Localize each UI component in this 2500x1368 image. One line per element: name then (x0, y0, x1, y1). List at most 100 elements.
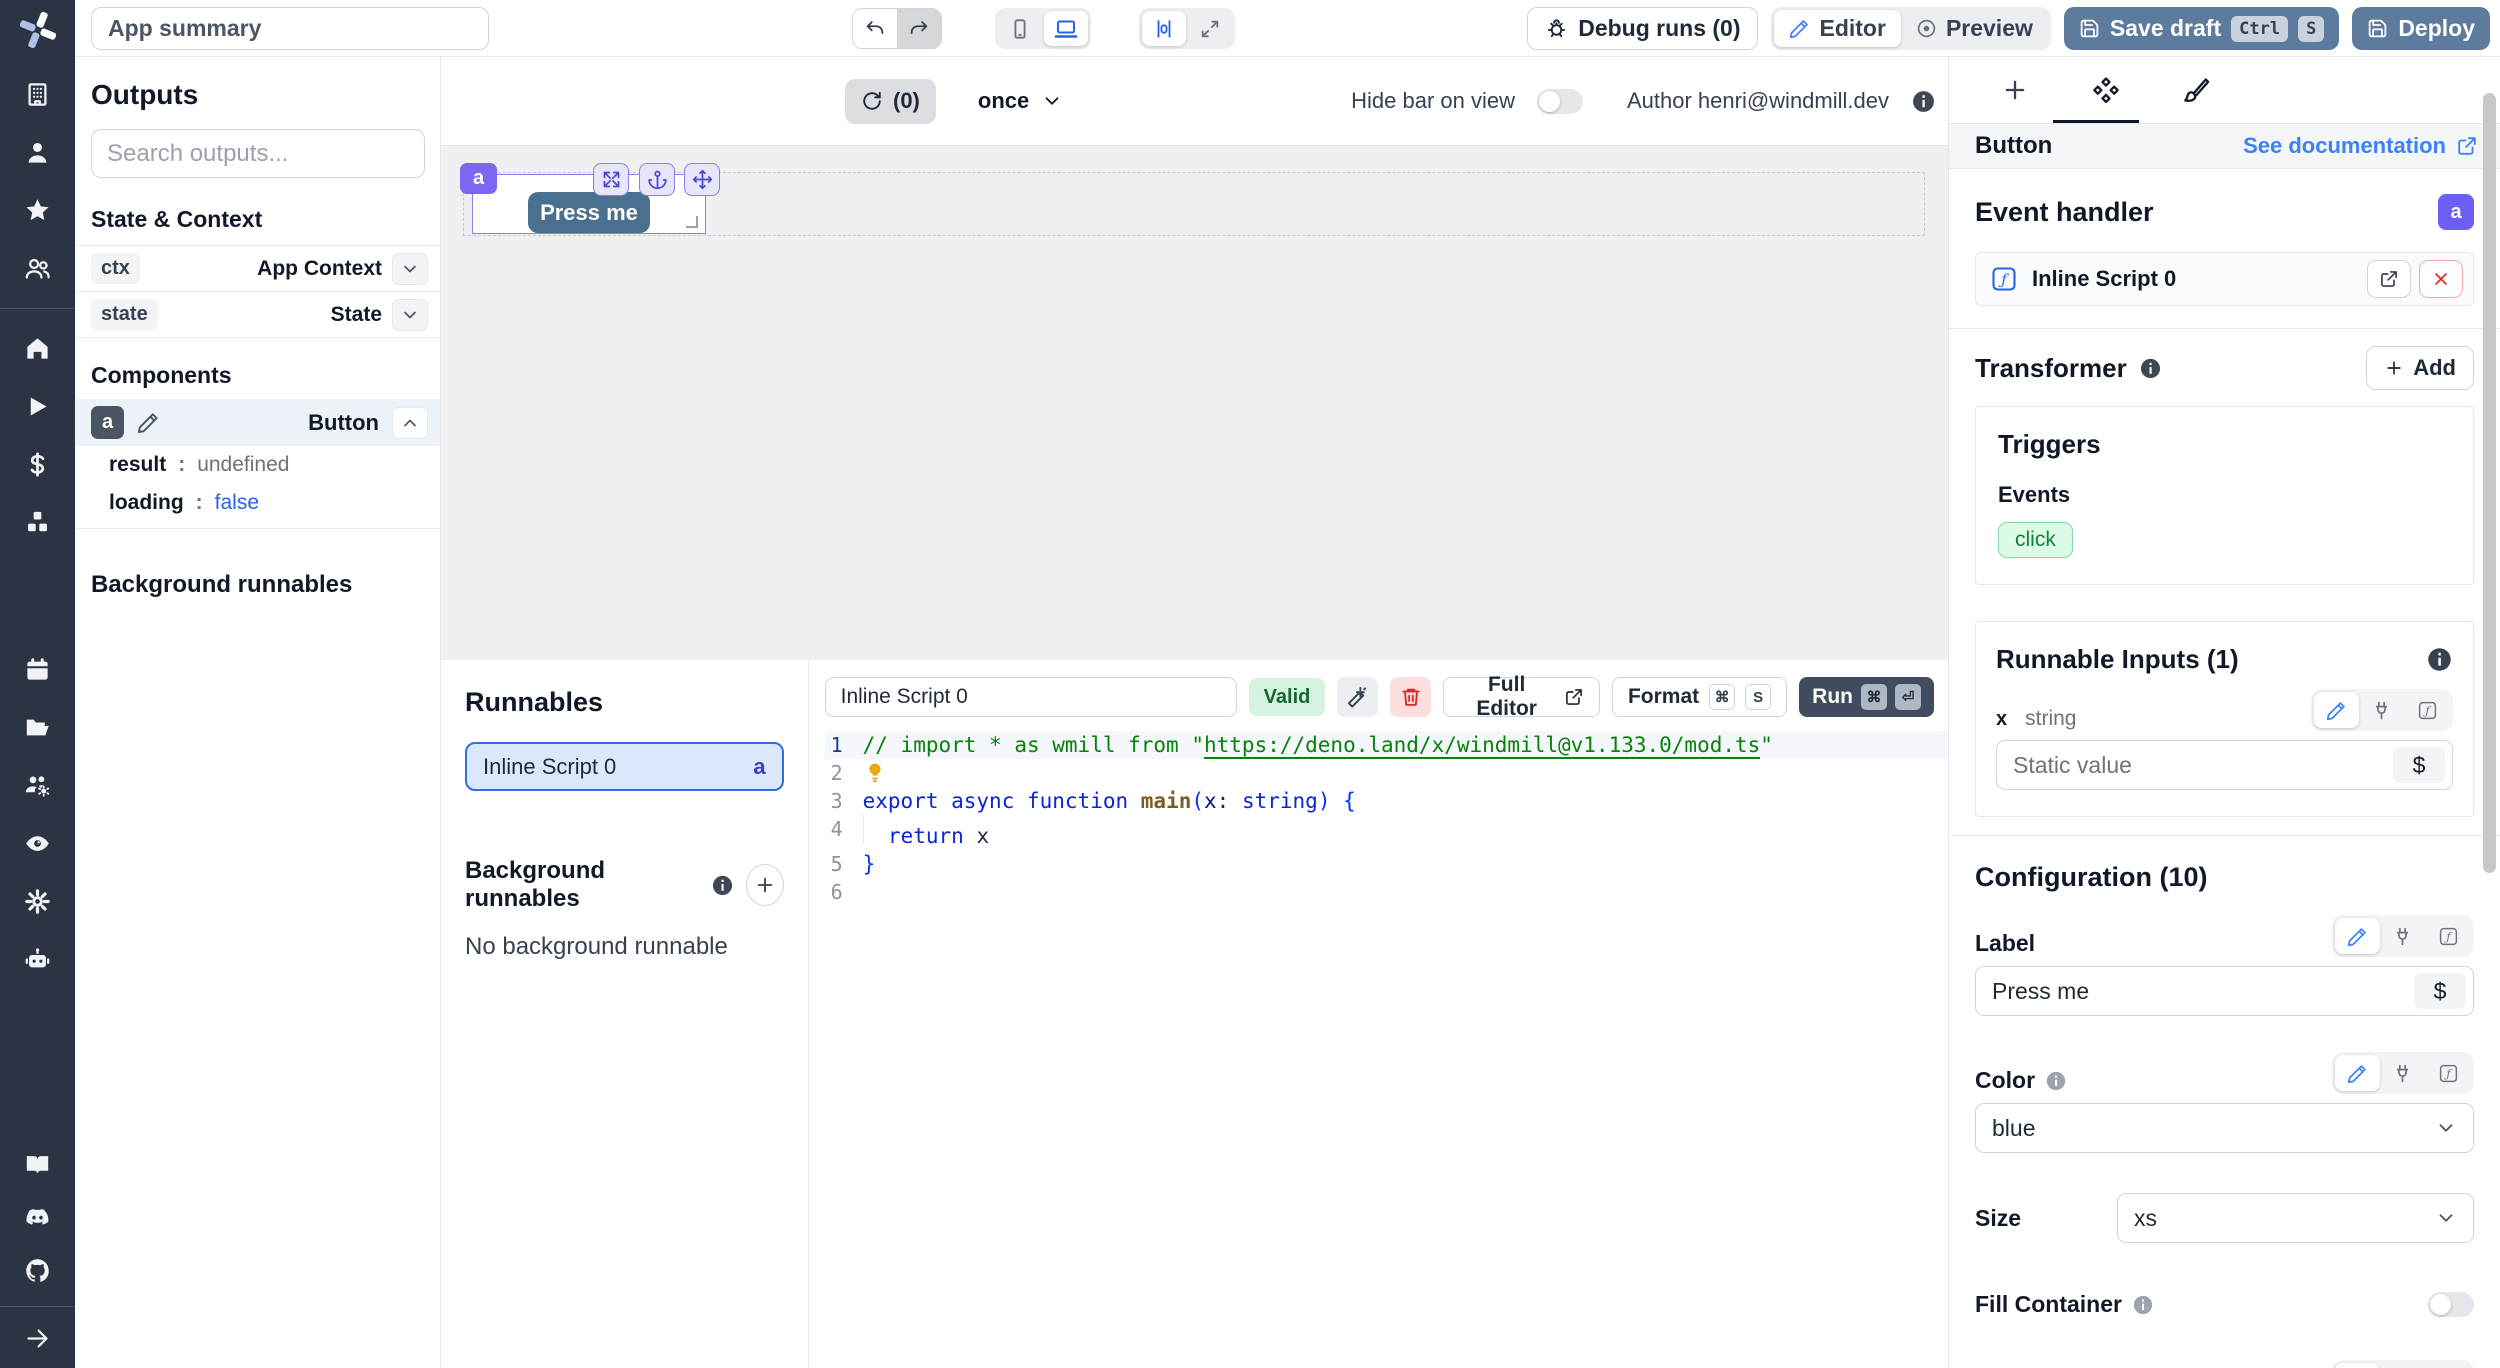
resize-handle[interactable] (686, 216, 698, 228)
static-value-input[interactable] (2013, 752, 2393, 779)
resources-boxes-icon[interactable] (24, 509, 51, 536)
debug-runs-button[interactable]: Debug runs (0) (1527, 7, 1758, 50)
open-script-button[interactable] (2367, 260, 2411, 298)
state-expand-button[interactable] (392, 299, 428, 331)
info-icon[interactable] (2426, 646, 2453, 673)
shared-users-icon[interactable] (24, 255, 51, 282)
static-mode-button[interactable] (2335, 1363, 2380, 1368)
fill-container-toggle[interactable] (2428, 1292, 2474, 1317)
full-editor-button[interactable]: Full Editor (1443, 677, 1600, 717)
docs-book-icon[interactable] (24, 1151, 51, 1178)
runs-play-icon[interactable] (24, 393, 51, 420)
collapse-arrow-icon[interactable] (24, 1325, 51, 1352)
connect-mode-button[interactable] (2380, 918, 2425, 954)
connect-mode-button[interactable] (2380, 1055, 2425, 1091)
audit-eye-icon[interactable] (24, 830, 51, 857)
remove-script-button[interactable] (2419, 260, 2463, 298)
mobile-view-button[interactable] (998, 11, 1042, 46)
github-icon[interactable] (24, 1257, 51, 1284)
workers-bot-icon[interactable] (24, 946, 51, 973)
folders-icon[interactable] (24, 714, 51, 741)
static-mode-button[interactable] (2335, 918, 2380, 954)
eval-mode-button[interactable] (2426, 918, 2471, 954)
layout-toggle-group (1139, 8, 1235, 49)
tab-styling-brush-icon[interactable] (2183, 76, 2211, 104)
eval-mode-button[interactable] (2426, 1055, 2471, 1091)
state-row[interactable]: state State (75, 292, 440, 338)
code-area[interactable]: 1 // import * as wmill from "https://den… (825, 731, 1948, 906)
app-summary-input[interactable] (91, 7, 489, 50)
template-dollar-button[interactable]: $ (2414, 973, 2466, 1009)
search-outputs-input[interactable] (91, 129, 425, 178)
rename-pencil-icon[interactable] (137, 411, 160, 434)
windmill-logo[interactable] (17, 9, 59, 51)
desktop-view-button[interactable] (1044, 11, 1088, 46)
add-transformer-button[interactable]: Add (2366, 346, 2474, 390)
lightbulb-icon[interactable] (863, 761, 887, 785)
run-button[interactable]: Run ⌘ ⏎ (1799, 677, 1934, 717)
script-name-input[interactable] (825, 677, 1237, 717)
deploy-button[interactable]: Deploy (2352, 7, 2490, 50)
size-select[interactable]: xs (2117, 1193, 2474, 1243)
undo-button[interactable] (853, 9, 897, 48)
add-background-runnable-button[interactable] (746, 864, 784, 906)
see-documentation-link[interactable]: See documentation (2243, 133, 2478, 159)
variables-dollar-icon[interactable] (24, 451, 51, 478)
save-draft-button[interactable]: Save draft Ctrl S (2064, 7, 2339, 50)
label-value-input[interactable] (1992, 978, 2414, 1005)
scrollbar-thumb[interactable] (2483, 93, 2496, 873)
inline-script-card[interactable]: Inline Script 0 (1975, 252, 2474, 306)
ai-wand-button[interactable] (1337, 677, 1378, 717)
eval-mode-button[interactable] (2426, 1363, 2471, 1368)
template-dollar-button[interactable]: $ (2393, 747, 2445, 783)
tab-insert-plus-icon[interactable] (2001, 76, 2029, 104)
static-mode-button[interactable] (2335, 1055, 2380, 1091)
static-mode-button[interactable] (2314, 692, 2359, 728)
info-icon[interactable] (2132, 1294, 2154, 1316)
tab-editor[interactable]: Editor (1774, 10, 1900, 47)
home-icon[interactable] (24, 335, 51, 362)
refresh-mode-dropdown[interactable]: once (978, 88, 1063, 114)
connect-mode-button[interactable] (2380, 1363, 2425, 1368)
laptop-icon (1054, 17, 1078, 41)
user-icon[interactable] (24, 139, 51, 166)
press-me-button[interactable]: Press me (528, 192, 650, 233)
app-canvas[interactable]: a Press me (441, 146, 1948, 660)
center-content-button[interactable] (1142, 11, 1186, 46)
settings-gear-icon[interactable] (24, 888, 51, 915)
full-width-button[interactable] (1188, 11, 1232, 46)
schedules-calendar-icon[interactable] (24, 656, 51, 683)
redo-button[interactable] (897, 9, 941, 48)
ctx-row[interactable]: ctx App Context (75, 246, 440, 292)
connect-mode-button[interactable] (2359, 692, 2404, 728)
anchor-component-button[interactable] (639, 163, 675, 196)
plus-icon (754, 874, 776, 896)
color-select[interactable]: blue (1975, 1103, 2474, 1153)
eval-mode-button[interactable] (2405, 692, 2450, 728)
delete-script-button[interactable] (1390, 677, 1431, 717)
info-icon[interactable] (2139, 357, 2162, 380)
refresh-button[interactable]: (0) (845, 79, 936, 124)
selected-grid-cell[interactable]: a Press me (463, 172, 1925, 236)
workspace-icon[interactable] (24, 81, 51, 108)
format-button[interactable]: Format ⌘ S (1612, 677, 1787, 717)
discord-icon[interactable] (24, 1204, 51, 1231)
info-icon[interactable] (1911, 89, 1936, 114)
code-line: 3 export async function main(x: string) … (825, 787, 1948, 815)
tab-preview[interactable]: Preview (1901, 10, 2048, 47)
runnable-item-inline-script-0[interactable]: Inline Script 0 a (465, 742, 784, 791)
move-component-button[interactable] (684, 163, 720, 196)
favorites-star-icon[interactable] (24, 197, 51, 224)
chevron-down-icon (2435, 1117, 2457, 1139)
result-prop-row[interactable]: result:undefined (75, 446, 440, 484)
loading-prop-row[interactable]: loading:false (75, 484, 440, 522)
expand-component-button[interactable] (593, 163, 629, 196)
tab-component-settings-icon[interactable] (2092, 76, 2120, 104)
info-icon[interactable] (2045, 1070, 2067, 1092)
collapse-component-button[interactable] (392, 407, 428, 439)
groups-settings-icon[interactable] (24, 772, 51, 799)
info-icon[interactable] (711, 874, 734, 897)
ctx-expand-button[interactable] (392, 253, 428, 285)
hide-bar-toggle[interactable] (1537, 89, 1583, 114)
component-row-a[interactable]: a Button (75, 399, 440, 446)
